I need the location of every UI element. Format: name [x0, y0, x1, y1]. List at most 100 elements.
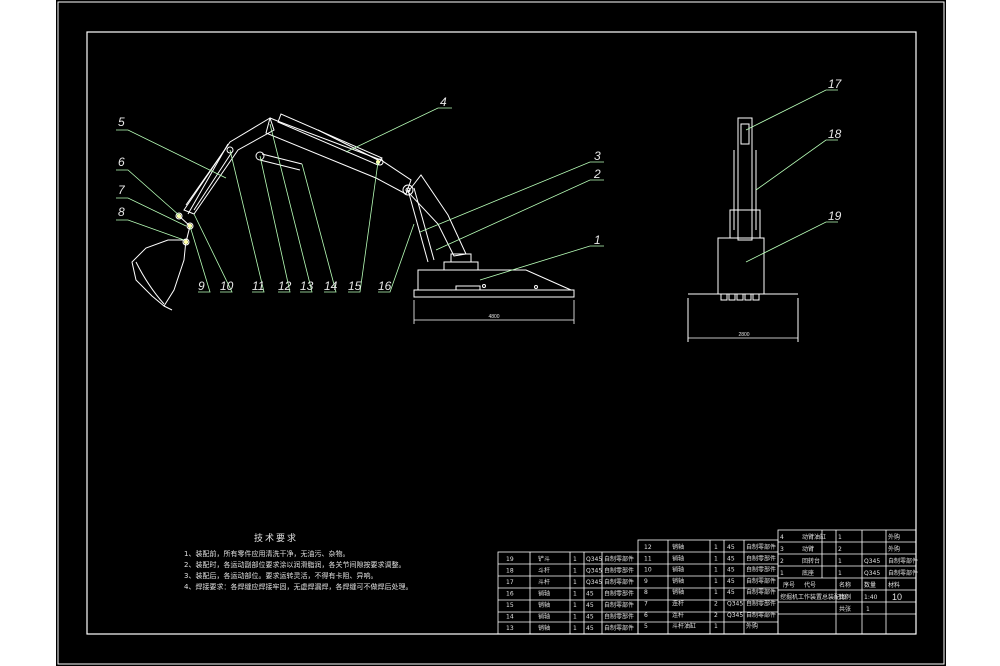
front-bucket [717, 237, 765, 295]
pin-marker [176, 213, 182, 219]
balloon-1: 1 [594, 233, 601, 247]
front-boom [737, 117, 753, 241]
tooth [752, 293, 760, 301]
bom-row-note: 自制零部件 [604, 601, 634, 609]
base-plate [455, 285, 481, 291]
bucket-edge [135, 261, 165, 305]
sheet-label: 共张 [839, 605, 851, 613]
bom-row-note: 外购 [746, 622, 758, 630]
leader-6 [116, 169, 181, 217]
bom-row-qty: 1 [714, 589, 718, 596]
bom-row-material: Q345 [586, 568, 602, 575]
balloon-17: 17 [828, 77, 843, 91]
bom-row-name: 铲斗 [538, 555, 550, 563]
bom-row-name: 销轴 [538, 590, 550, 598]
bom-row-qty: 1 [573, 568, 577, 575]
bom-row-no: 16 [506, 591, 514, 598]
bom-row-note: 自制零部件 [746, 611, 776, 619]
tooth [720, 293, 728, 301]
drawing-name: 挖掘机工作装置总装配图 [780, 593, 846, 601]
hdr-qty: 数量 [864, 581, 876, 589]
balloon-9: 9 [198, 279, 205, 293]
bom-row-no: 17 [506, 579, 514, 586]
balloon-15: 15 [348, 279, 362, 293]
hdr-name: 名称 [839, 581, 851, 589]
bom-row-name: 销轴 [672, 588, 684, 596]
bom-row-qty: 1 [573, 591, 577, 598]
bom-row-no: 1 [780, 570, 784, 577]
bom-row-qty: 1 [838, 534, 842, 541]
base-bolt [482, 284, 486, 288]
bom-row-note: 外购 [888, 533, 900, 541]
leader-3 [419, 161, 604, 233]
tech-line-1: 1、装配前，所有零件应用清洗干净，无油污、杂物。 [184, 549, 349, 558]
bom-row-note: 自制零部件 [888, 569, 918, 577]
bom-row-name: 连杆 [672, 611, 684, 619]
bucket [131, 239, 187, 307]
leader-1 [479, 245, 604, 281]
bom-row-material: Q345 [727, 601, 743, 608]
inner-frame [86, 31, 917, 635]
hdr-code: 代号 [804, 581, 816, 589]
bom-row-material: 45 [727, 555, 735, 562]
bom-row-no: 6 [644, 612, 648, 619]
bom-row-material: 45 [727, 578, 735, 585]
bom-row-note: 外购 [888, 545, 900, 553]
bom-row-qty: 1 [573, 556, 577, 563]
bom-row-note: 自制零部件 [604, 624, 634, 632]
big-number: 10 [892, 592, 902, 602]
tech-line-4: 4、焊接要求：各焊缝应焊接牢固，无虚焊漏焊，各焊缝可不做焊后处理。 [184, 582, 412, 591]
balloon-12: 12 [278, 279, 292, 293]
bom-row-no: 15 [506, 602, 514, 609]
bom-row-qty: 1 [838, 558, 842, 565]
bom-row-name: 连杆 [672, 600, 684, 608]
front-dim-text: 2800 [738, 332, 749, 338]
balloon-6: 6 [118, 155, 125, 169]
bom-row-no: 19 [506, 556, 514, 563]
hdr-mat: 材料 [888, 581, 900, 589]
bom-mid-frame [637, 539, 779, 635]
base-body [417, 269, 572, 291]
bom-row-note: 自制零部件 [604, 590, 634, 598]
bom-row-name: 斗杆油缸 [672, 622, 696, 630]
bom-row-name: 销轴 [538, 624, 550, 632]
bom-row-material: Q345 [864, 558, 880, 565]
balloon-11: 11 [252, 279, 264, 293]
balloon-7: 7 [118, 183, 126, 197]
bom-row-name: 销轴 [672, 543, 684, 551]
bom-row-no: 3 [780, 546, 784, 553]
bom-row-qty: 2 [714, 601, 718, 608]
bom-row-name: 动臂油缸 [802, 533, 826, 541]
boom-main [265, 117, 412, 195]
bom-row-qty: 1 [714, 567, 718, 574]
bom-row-note: 自制零部件 [746, 554, 776, 562]
leader-15 [348, 161, 379, 293]
bom-row-note: 自制零部件 [746, 588, 776, 596]
bom-row-material: Q345 [727, 612, 743, 619]
bom-row-qty: 2 [838, 546, 842, 553]
bom-row-name: 销轴 [538, 613, 550, 621]
track-frame [413, 289, 575, 298]
leader-18 [755, 139, 838, 191]
bom-row-no: 12 [644, 544, 652, 551]
balloon-10: 10 [220, 279, 234, 293]
front-boom-head [740, 123, 750, 145]
front-teeth [720, 293, 760, 301]
bucket-tooth [163, 305, 173, 311]
screenshot: 4800 2800 5 6 7 8 9 10 11 12 13 14 15 16… [0, 0, 1000, 666]
bom-row-qty: 1 [573, 614, 577, 621]
bom-row-no: 10 [644, 567, 652, 574]
bom-row-no: 5 [644, 623, 648, 630]
hdr-no: 序号 [783, 581, 795, 589]
bom-row-no: 13 [506, 625, 514, 632]
drawing-canvas: 4800 2800 5 6 7 8 9 10 11 12 13 14 15 16… [57, 1, 945, 665]
bom-row-qty: 1 [714, 578, 718, 585]
bom-row-note: 自制零部件 [604, 613, 634, 621]
stick [183, 117, 275, 215]
bom-row-qty: 1 [714, 623, 718, 630]
bom-row-no: 8 [644, 589, 648, 596]
bom-row-material: 45 [586, 625, 594, 632]
side-dim-text: 4800 [488, 314, 499, 320]
base-bolt [534, 285, 538, 289]
arm-cylinder [277, 113, 383, 166]
